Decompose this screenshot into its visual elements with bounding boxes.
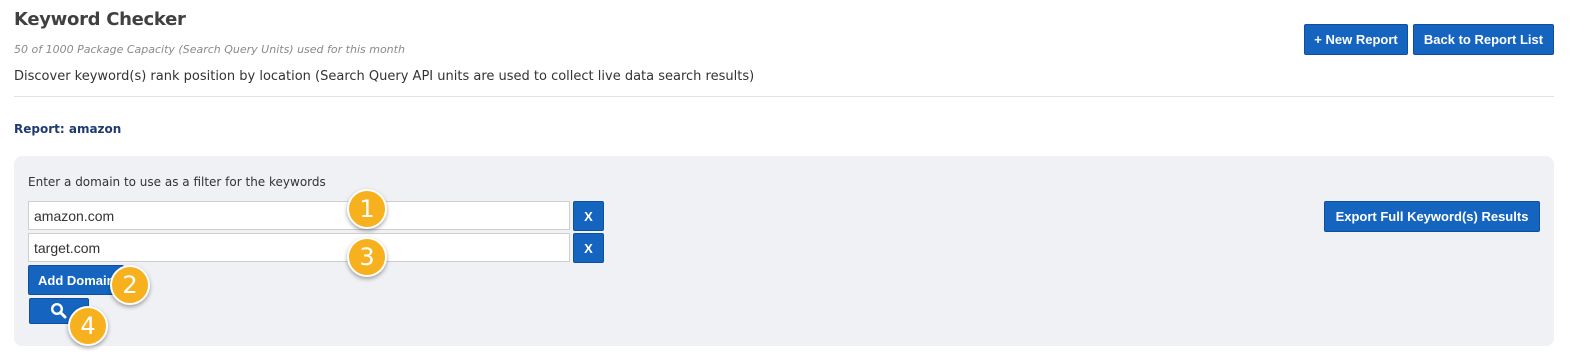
remove-domain-1-button[interactable]: X <box>573 201 604 231</box>
callout-badge-3: 3 <box>347 237 387 277</box>
domain-filter-label: Enter a domain to use as a filter for th… <box>28 175 326 189</box>
remove-domain-2-button[interactable]: X <box>573 233 604 263</box>
new-report-button[interactable]: + New Report <box>1304 24 1408 55</box>
search-icon <box>50 302 67 319</box>
keyword-checker-page: Keyword Checker 50 of 1000 Package Capac… <box>0 0 1594 354</box>
page-description: Discover keyword(s) rank position by loc… <box>14 69 755 84</box>
callout-badge-2: 2 <box>110 265 150 305</box>
back-to-report-list-button[interactable]: Back to Report List <box>1413 24 1554 55</box>
callout-badge-1: 1 <box>347 189 387 229</box>
export-results-button[interactable]: Export Full Keyword(s) Results <box>1324 201 1540 232</box>
domain-input-1[interactable] <box>28 201 570 230</box>
callout-badge-4: 4 <box>68 306 108 346</box>
header-divider <box>14 96 1554 97</box>
page-title: Keyword Checker <box>14 9 186 30</box>
capacity-note: 50 of 1000 Package Capacity (Search Quer… <box>14 43 405 56</box>
domain-input-2[interactable] <box>28 233 570 262</box>
report-name: Report: amazon <box>14 122 122 136</box>
